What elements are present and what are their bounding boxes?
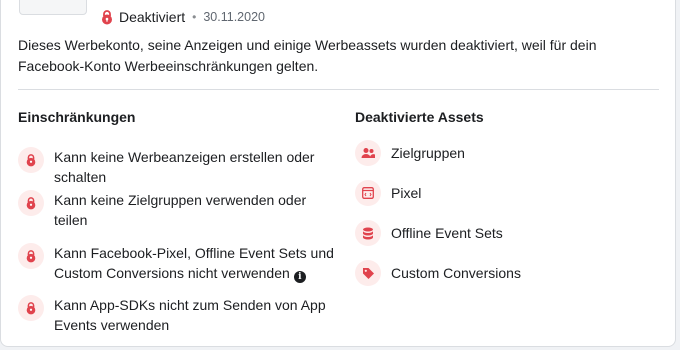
asset-label: Pixel (391, 185, 422, 201)
description: Dieses Werbekonto, seine Anzeigen und ei… (18, 37, 597, 74)
asset-label: Zielgruppen (391, 145, 465, 161)
asset-badge (355, 220, 381, 246)
asset-item: Zielgruppen (355, 140, 465, 166)
lock-icon (102, 10, 112, 25)
restriction-text: Kann keine Zielgruppen verwenden oder te… (54, 190, 306, 230)
asset-badge (355, 180, 381, 206)
restriction-line2: Custom Conversions nicht verwenden (54, 265, 290, 281)
account-thumbnail (19, 0, 87, 15)
asset-badge (355, 140, 381, 166)
restriction-line1: Kann keine Werbeanzeigen erstellen oder (54, 149, 315, 165)
restriction-line2: teilen (54, 212, 88, 228)
asset-item: Offline Event Sets (355, 220, 503, 246)
restriction-line2: schalten (54, 169, 107, 185)
divider (18, 89, 659, 90)
restriction-item: Kann keine Werbeanzeigen erstellen oder … (18, 147, 314, 187)
restriction-line1: Kann keine Zielgruppen verwenden oder (54, 192, 307, 208)
restriction-badge (18, 147, 44, 173)
lock-icon (26, 250, 36, 263)
status-row: Deaktiviert • 30.11.2020 (100, 7, 265, 27)
restriction-item: Kann keine Zielgruppen verwenden oder te… (18, 190, 306, 230)
restriction-line1: Kann App-SDKs nicht zum Senden von App (54, 297, 326, 313)
restriction-text: Kann Facebook-Pixel, Offline Event Sets … (54, 243, 334, 283)
info-icon[interactable]: i (293, 271, 306, 283)
people-icon (361, 148, 375, 158)
restriction-badge (18, 295, 44, 321)
restriction-text: Kann keine Werbeanzeigen erstellen oder … (54, 147, 314, 187)
status-date: 30.11.2020 (203, 10, 265, 24)
lock-icon (26, 302, 36, 315)
lock-icon (26, 197, 36, 210)
tag-icon (362, 267, 374, 279)
restrictions-title: Einschränkungen (18, 109, 136, 125)
pixel-icon (362, 187, 374, 199)
asset-item: Custom Conversions (355, 260, 521, 286)
restriction-line2: Events verwenden (54, 317, 170, 333)
asset-item: Pixel (355, 180, 421, 206)
restriction-line1: Kann Facebook-Pixel, Offline Event Sets … (54, 245, 334, 261)
assets-title: Deaktivierte Assets (355, 109, 484, 125)
separator-dot: • (192, 10, 197, 24)
ad-account-card: Deaktiviert • 30.11.2020 Dieses Werbekon… (0, 0, 676, 347)
restriction-item: Kann App-SDKs nicht zum Senden von App E… (18, 295, 326, 335)
asset-label: Offline Event Sets (391, 225, 503, 241)
restriction-badge (18, 243, 44, 269)
restriction-badge (18, 190, 44, 216)
status-label: Deaktiviert (119, 9, 186, 25)
asset-badge (355, 260, 381, 286)
database-icon (363, 227, 373, 239)
asset-label: Custom Conversions (391, 265, 521, 281)
restriction-item: Kann Facebook-Pixel, Offline Event Sets … (18, 243, 334, 283)
restriction-text: Kann App-SDKs nicht zum Senden von App E… (54, 295, 326, 335)
lock-icon (26, 154, 36, 167)
